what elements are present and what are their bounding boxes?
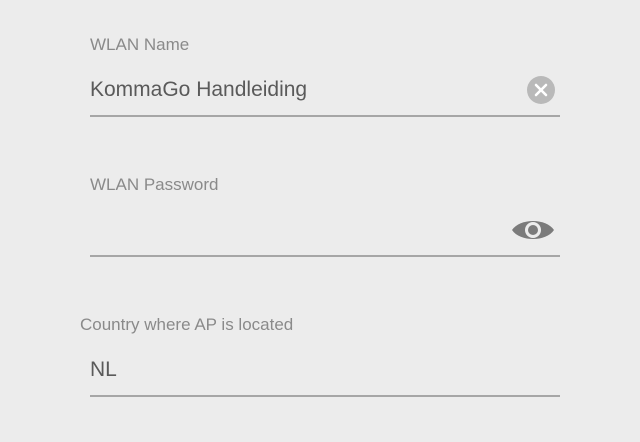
wlan-name-value: KommaGo Handleiding [90, 78, 308, 101]
toggle-password-visibility-button[interactable] [511, 215, 555, 245]
country-value: NL [90, 358, 117, 381]
country-underline [90, 395, 560, 397]
wlan-name-label: WLAN Name [90, 35, 190, 54]
eye-icon [512, 221, 554, 239]
wlan-password-input[interactable] [90, 210, 500, 254]
wlan-settings-screen: WLAN Name KommaGo Handleiding WLAN Passw… [0, 0, 640, 442]
wlan-password-label: WLAN Password [90, 175, 219, 194]
wlan-name-underline [90, 115, 560, 117]
country-label: Country where AP is located [80, 315, 294, 334]
country-input[interactable] [90, 350, 560, 394]
clear-wlan-name-button[interactable] [527, 76, 555, 104]
clear-circle-icon [534, 83, 548, 97]
wlan-password-underline [90, 255, 560, 257]
